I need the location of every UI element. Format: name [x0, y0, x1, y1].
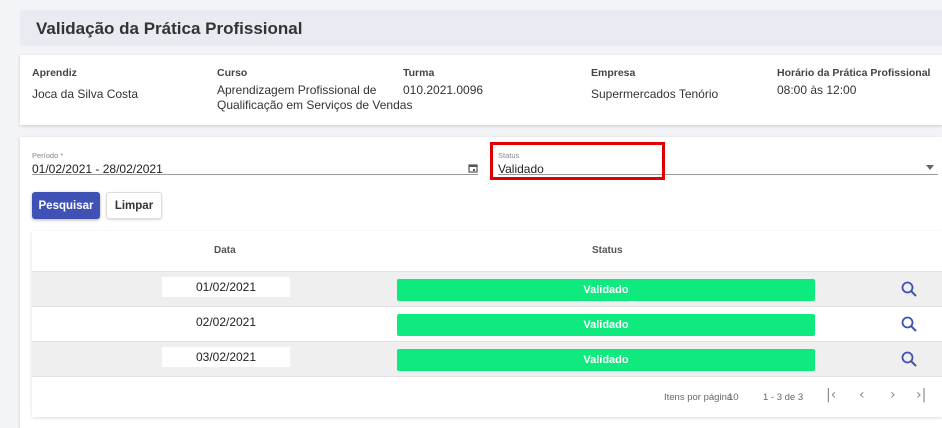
next-page-icon[interactable]: › — [890, 387, 896, 403]
info-empresa: Empresa Supermercados Tenório — [591, 67, 718, 102]
info-curso: Curso Aprendizagem Profissional de Quali… — [217, 67, 412, 113]
status-highlight-box — [490, 142, 665, 180]
search-icon[interactable] — [900, 350, 918, 368]
status-badge: Validado — [397, 314, 815, 336]
table-header: Data Status — [32, 231, 942, 272]
empresa-label: Empresa — [591, 67, 636, 79]
curso-value-line2: Qualificação em Serviços de Vendas — [217, 98, 413, 112]
dropdown-arrow-icon[interactable] — [926, 165, 934, 170]
aprendiz-value: Joca da Silva Costa — [32, 87, 139, 101]
search-icon[interactable] — [900, 280, 918, 298]
turma-value: 010.2021.0096 — [403, 83, 484, 97]
column-header-data: Data — [214, 245, 236, 256]
info-horario: Horário da Prática Profissional 08:00 às… — [777, 67, 930, 98]
row-date: 02/02/2021 — [162, 312, 290, 332]
horario-value: 08:00 às 12:00 — [777, 83, 857, 97]
page-title: Validação da Prática Profissional — [36, 19, 303, 38]
horario-label: Horário da Prática Profissional — [777, 67, 931, 79]
periodo-field[interactable]: Período * 01/02/2021 - 28/02/2021 — [32, 151, 478, 176]
clear-button[interactable]: Limpar — [106, 192, 162, 219]
per-page-select[interactable]: 10 — [728, 392, 739, 403]
turma-label: Turma — [403, 67, 435, 79]
empresa-value: Supermercados Tenório — [591, 87, 719, 101]
curso-value-line1: Aprendizagem Profissional de — [217, 83, 377, 97]
table-row: 02/02/2021 Validado — [32, 307, 942, 342]
status-badge: Validado — [397, 279, 815, 301]
results-table: Data Status 01/02/2021 Validado 02/02/20… — [32, 231, 942, 417]
per-page-label: Itens por página — [664, 392, 733, 403]
periodo-label: Período * — [32, 151, 64, 160]
curso-label: Curso — [217, 67, 248, 79]
column-header-status: Status — [592, 245, 623, 256]
info-turma: Turma 010.2021.0096 — [403, 67, 483, 98]
row-date: 03/02/2021 — [162, 347, 290, 367]
search-button[interactable]: Pesquisar — [32, 192, 100, 219]
apprentice-info-card: Aprendiz Joca da Silva Costa Curso Apren… — [20, 55, 942, 125]
last-page-icon[interactable]: ›| — [916, 387, 926, 403]
title-bar: Validação da Prática Profissional — [20, 10, 942, 46]
info-aprendiz: Aprendiz Joca da Silva Costa — [32, 67, 138, 102]
calendar-icon[interactable] — [468, 163, 478, 173]
first-page-icon[interactable]: |‹ — [826, 387, 836, 403]
aprendiz-label: Aprendiz — [32, 67, 77, 79]
previous-page-icon[interactable]: ‹ — [859, 387, 865, 403]
row-date: 01/02/2021 — [162, 277, 290, 297]
status-badge: Validado — [397, 349, 815, 371]
filter-card: Período * 01/02/2021 - 28/02/2021 Status… — [20, 137, 942, 428]
pagination: Itens por página 10 1 - 3 de 3 |‹ ‹ › ›| — [32, 377, 942, 417]
table-row: 01/02/2021 Validado — [32, 272, 942, 307]
table-row: 03/02/2021 Validado — [32, 342, 942, 377]
page-range: 1 - 3 de 3 — [763, 392, 804, 403]
search-icon[interactable] — [900, 315, 918, 333]
